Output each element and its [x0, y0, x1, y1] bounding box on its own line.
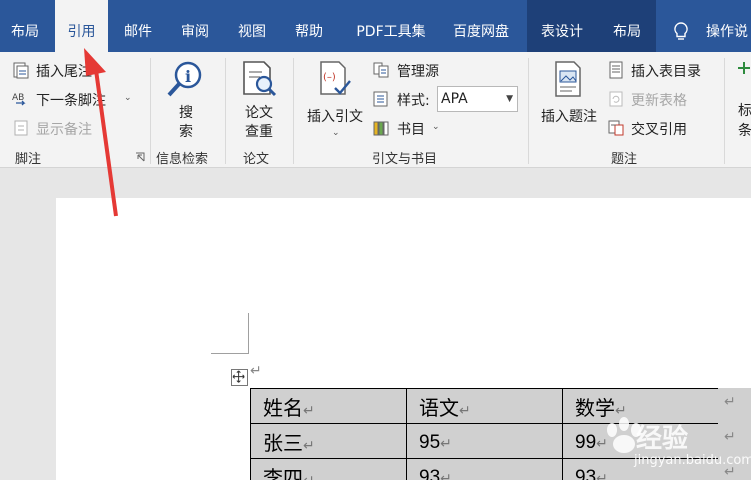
watermark-url: jingyan.baidu.com — [634, 453, 751, 468]
insert-citation-button[interactable]: (–) 插入引文 ⌄ — [302, 58, 368, 144]
tab-mailings[interactable]: 邮件 — [112, 0, 164, 52]
svg-text:(–): (–) — [323, 72, 336, 83]
table-cell[interactable]: 张三↵ — [250, 423, 407, 459]
tab-table-layout[interactable]: 布局 — [600, 0, 654, 52]
chevron-down-icon: ⌄ — [124, 93, 132, 103]
insert-citation-label: 插入引文 — [307, 109, 363, 125]
citation-style-value: APA — [441, 91, 468, 107]
plus-icon — [738, 62, 750, 74]
citations-group-label: 引文与书目 — [372, 152, 438, 167]
dialog-launcher-icon[interactable] — [135, 152, 145, 162]
info-search-group-label: 信息检索 — [156, 152, 209, 167]
chevron-down-icon: ⌄ — [332, 128, 340, 138]
update-table-icon — [609, 91, 623, 107]
chevron-down-icon: ⌄ — [432, 122, 440, 132]
mark-entry-button[interactable]: 标 条 — [736, 58, 751, 144]
citation-style-select[interactable]: APA ▼ — [437, 86, 518, 112]
group-separator — [225, 58, 226, 164]
group-separator — [724, 58, 725, 164]
insert-caption-button[interactable]: 插入题注 — [536, 58, 602, 144]
table-of-figures-icon — [609, 61, 623, 79]
four-way-arrow-icon — [232, 370, 245, 383]
lightbulb-icon — [674, 22, 688, 40]
endnote-icon — [13, 62, 29, 79]
tab-table-design[interactable]: 表设计 — [527, 0, 597, 52]
style-icon — [373, 91, 388, 107]
next-footnote-icon: AB — [12, 93, 26, 106]
mark-entry-label-1: 标 — [738, 103, 751, 119]
table-cell[interactable]: 95↵ — [406, 423, 563, 459]
mark-entry-label-2: 条 — [738, 123, 751, 139]
table-cell[interactable]: 语文↵ — [406, 388, 563, 424]
tab-help[interactable]: 帮助 — [283, 0, 335, 52]
show-notes-icon — [14, 120, 28, 136]
tab-references[interactable]: 引用 — [55, 0, 108, 52]
margin-corner-mark — [211, 353, 249, 354]
tab-review[interactable]: 审阅 — [169, 0, 221, 52]
group-separator — [528, 58, 529, 164]
document-search-icon — [243, 61, 277, 97]
svg-text:i: i — [185, 67, 191, 86]
tab-pdf-tools[interactable]: PDF工具集 — [343, 0, 439, 52]
footnotes-group-label: 脚注 — [15, 152, 42, 167]
paper-check-label: 论文 查重 — [245, 105, 273, 140]
margin-corner-mark — [248, 313, 249, 353]
dropdown-arrow-icon: ▼ — [506, 94, 513, 104]
ribbon-references: 插入尾注 AB 下一条脚注 ⌄ 显示备注 脚注 i 搜 索 信息检索 论文 查重… — [0, 52, 751, 168]
tab-layout[interactable]: 布局 — [0, 0, 50, 52]
table-cell[interactable]: 93↵ — [406, 458, 563, 480]
ribbon-tab-bar: 布局 引用 邮件 审阅 视图 帮助 PDF工具集 百度网盘 表设计 布局 操作说 — [0, 0, 751, 52]
cross-reference-icon — [608, 120, 624, 136]
manage-sources-icon — [373, 62, 389, 78]
table-move-handle-icon[interactable] — [231, 369, 248, 386]
tab-baidu-netdisk[interactable]: 百度网盘 — [446, 0, 516, 52]
tab-view[interactable]: 视图 — [226, 0, 278, 52]
group-separator — [150, 58, 151, 164]
table-cell[interactable]: 姓名↵ — [250, 388, 407, 424]
group-separator — [293, 58, 294, 164]
search-button[interactable]: i 搜 索 — [160, 58, 210, 144]
magnifier-info-icon: i — [167, 61, 202, 97]
insert-caption-icon — [555, 61, 581, 97]
captions-group-label: 题注 — [611, 152, 638, 167]
paper-check-button[interactable]: 论文 查重 — [234, 58, 284, 144]
table-cell[interactable]: 李四↵ — [250, 458, 407, 480]
style-label: 样式: — [397, 93, 430, 109]
search-label: 搜 索 — [179, 105, 193, 140]
bibliography-icon — [373, 121, 389, 136]
insert-citation-icon: (–) — [320, 61, 351, 95]
paper-group-label: 论文 — [243, 152, 270, 167]
watermark-brand: 经验 — [636, 424, 689, 454]
paragraph-mark: ↵ — [250, 363, 262, 379]
insert-caption-label: 插入题注 — [541, 109, 597, 125]
